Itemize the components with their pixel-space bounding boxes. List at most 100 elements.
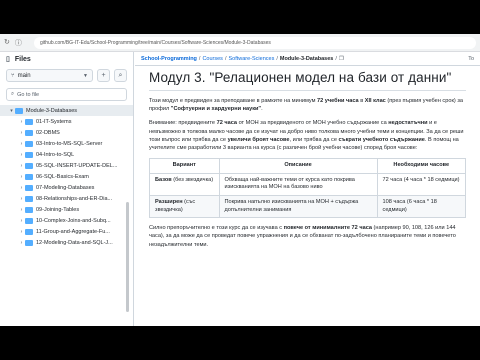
branch-icon: ⑂ — [11, 72, 15, 79]
tree-item-label: 05-SQL-INSERT-UPDATE-DEL... — [36, 162, 118, 169]
info-icon[interactable]: ⓘ — [15, 38, 22, 48]
tree-item-label: Module-3-Databases — [26, 107, 78, 114]
chevron-right-icon[interactable]: › — [18, 174, 25, 180]
chevron-right-icon[interactable]: › — [18, 218, 25, 224]
tree-item-label: 03-Intro-to-MS-SQL-Server — [36, 140, 103, 147]
intro-paragraph: Този модул е предвиден за преподаване в … — [149, 98, 463, 113]
tree-item-label: 02-DBMS — [36, 129, 60, 136]
chevron-right-icon[interactable]: › — [18, 185, 25, 191]
go-to-file-placeholder: Go to file — [17, 91, 40, 98]
table-cell-description: Покрива напълно изискванията на МОН + съ… — [218, 194, 378, 219]
chevron-right-icon[interactable]: › — [18, 152, 25, 158]
page-title: Модул 3. "Релационен модел на бази от да… — [149, 70, 466, 91]
chevron-right-icon[interactable]: › — [18, 163, 25, 169]
chevron-right-icon[interactable]: › — [18, 196, 25, 202]
folder-icon — [25, 140, 33, 147]
files-title: Files — [14, 55, 31, 63]
recommendation-paragraph: Силно препоръчително е този курс да се и… — [149, 225, 456, 248]
go-to-file-input[interactable]: ⌕ Go to file — [6, 88, 127, 101]
readme-content: Модул 3. "Релационен модел на бази от да… — [135, 66, 480, 249]
chevron-down-icon[interactable]: ▾ — [8, 108, 15, 114]
tree-item-label: 04-Intro-to-SQL — [36, 151, 75, 158]
url-field[interactable]: github.com/BG-IT-Edu/School-Programming/… — [34, 36, 476, 49]
breadcrumb-separator: / — [198, 55, 201, 62]
table-header: Необходими часове — [376, 158, 467, 174]
breadcrumb-link-repo[interactable]: School-Programming — [141, 56, 197, 62]
sidebar-tree-item[interactable]: ▾ Module-3-Databases — [0, 105, 133, 116]
variants-table: Вариант Описание Необходими часове Базов… — [149, 158, 467, 219]
branch-selector[interactable]: ⑂ main ▼ — [6, 69, 93, 82]
breadcrumb-separator: / — [335, 55, 337, 62]
tree-item-label: 06-SQL-Basics-Exam — [36, 173, 89, 180]
chevron-right-icon[interactable]: › — [18, 229, 25, 235]
sidebar-tree-item[interactable]: › 11-Group-and-Aggregate-Fu... — [0, 226, 133, 237]
tree-item-label: 01-IT-Systems — [36, 118, 72, 125]
breadcrumb-separator: / — [276, 55, 278, 62]
tree-item-label: 09-Joining-Tables — [36, 206, 80, 213]
branch-label: main — [17, 72, 31, 79]
video-frame: ↻ ⓘ github.com/BG-IT-Edu/School-Programm… — [0, 0, 480, 360]
table-row: Базов (без звездичка) Обхваща най-важнит… — [149, 172, 467, 197]
folder-icon — [25, 206, 33, 213]
folder-icon — [25, 239, 33, 246]
branch-row: ⑂ main ▼ + ⌕ — [0, 66, 133, 85]
search-button[interactable]: ⌕ — [114, 69, 127, 82]
sidebar-tree-item[interactable]: › 12-Modeling-Data-and-SQL-J... — [0, 237, 133, 248]
folder-icon — [25, 195, 33, 202]
chevron-right-icon[interactable]: › — [18, 207, 25, 213]
file-tree-sidebar: ▯ Files ⑂ main ▼ + ⌕ ⌕ Go to file ▾ Modul… — [0, 52, 134, 326]
sidebar-tree-item[interactable]: › 07-Modeling-Databases — [0, 182, 133, 193]
chevron-down-icon: ▼ — [83, 72, 88, 79]
search-icon: ⌕ — [11, 91, 15, 97]
browser-window: ↻ ⓘ github.com/BG-IT-Edu/School-Programm… — [0, 34, 480, 326]
copy-path-icon[interactable]: ❐ — [339, 56, 344, 62]
folder-icon — [25, 129, 33, 136]
tree-item-label: 11-Group-and-Aggregate-Fu... — [36, 228, 110, 235]
table-cell-hours: 108 часа (6 часа * 18 седмици) — [376, 194, 467, 219]
files-header: ▯ Files — [0, 52, 133, 66]
address-bar: ↻ ⓘ github.com/BG-IT-Edu/School-Programm… — [0, 34, 480, 52]
table-cell-hours: 72 часа (4 часа * 18 седмици) — [376, 172, 467, 197]
add-file-button[interactable]: + — [97, 69, 110, 82]
breadcrumb: School-Programming / Courses / Software-… — [135, 52, 480, 66]
table-header: Описание — [218, 158, 378, 174]
sidebar-tree-item[interactable]: › 01-IT-Systems — [0, 116, 133, 127]
folder-icon — [25, 173, 33, 180]
breadcrumb-link-courses[interactable]: Courses — [202, 56, 222, 62]
breadcrumb-link-software-sciences[interactable]: Software-Sciences — [228, 56, 274, 62]
table-header-row: Вариант Описание Необходими часове — [149, 158, 467, 174]
browser-nav: ↻ ⓘ — [4, 38, 34, 48]
table-row: Разширен (със звездичка) Покрива напълно… — [149, 194, 467, 219]
chevron-right-icon[interactable]: › — [18, 130, 25, 136]
chevron-right-icon[interactable]: › — [18, 141, 25, 147]
folder-icon — [25, 151, 33, 158]
tree-item-label: 08-Relationships-and-ER-Dia... — [36, 195, 113, 202]
sidebar-scrollbar[interactable] — [126, 202, 129, 312]
breadcrumb-separator: / — [224, 55, 227, 62]
folder-icon — [25, 184, 33, 191]
sidebar-tree-item[interactable]: › 06-SQL-Basics-Exam — [0, 171, 133, 182]
sidebar-tree-item[interactable]: › 10-Complex-Joins-and-Subq... — [0, 215, 133, 226]
folder-icon — [25, 162, 33, 169]
file-tree: ▾ Module-3-Databases › 01-IT-Systems › 02-DBM… — [0, 105, 133, 248]
table-cell-variant: Разширен (със звездичка) — [149, 194, 220, 219]
chevron-right-icon[interactable]: › — [18, 119, 25, 125]
breadcrumb-current: Module-3-Databases — [279, 55, 334, 62]
breadcrumb-right-label[interactable]: To — [468, 56, 474, 62]
tree-item-label: 10-Complex-Joins-and-Subq... — [36, 217, 111, 224]
sidebar-tree-item[interactable]: › 08-Relationships-and-ER-Dia... — [0, 193, 133, 204]
tree-item-label: 12-Modeling-Data-and-SQL-J... — [36, 239, 113, 246]
table-cell-variant: Базов (без звездичка) — [149, 172, 220, 197]
sidebar-tree-item[interactable]: › 09-Joining-Tables — [0, 204, 133, 215]
table-header: Вариант — [149, 158, 220, 174]
sidebar-tree-item[interactable]: › 05-SQL-INSERT-UPDATE-DEL... — [0, 160, 133, 171]
sidebar-tree-item[interactable]: › 02-DBMS — [0, 127, 133, 138]
sidebar-toggle-icon[interactable]: ▯ — [6, 55, 10, 63]
folder-icon — [25, 217, 33, 224]
sidebar-tree-item[interactable]: › 04-Intro-to-SQL — [0, 149, 133, 160]
chevron-right-icon[interactable]: › — [18, 240, 25, 246]
reload-icon[interactable]: ↻ — [4, 38, 10, 48]
folder-icon — [25, 118, 33, 125]
tree-item-label: 07-Modeling-Databases — [36, 184, 95, 191]
sidebar-tree-item[interactable]: › 03-Intro-to-MS-SQL-Server — [0, 138, 133, 149]
